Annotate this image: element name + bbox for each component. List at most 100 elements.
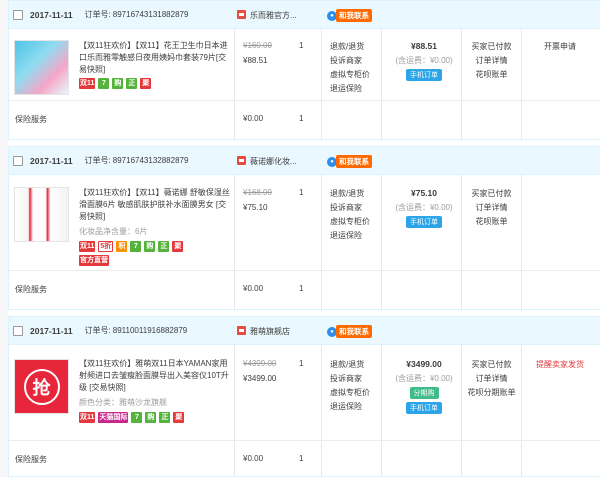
status-column: 买家已付款 订单详情 花呗账单 [464, 187, 519, 229]
shop-icon [237, 10, 246, 19]
order-card: 2017-11-11 订单号: 89716743132882879 薇诺娜化妆.… [8, 146, 600, 310]
order-details-link[interactable]: 订单详情 [464, 201, 519, 215]
order-number-label: 订单号: [84, 156, 111, 165]
contact-seller-button[interactable]: ● 和我联系 [327, 9, 372, 22]
double11-tag: 双11 [79, 78, 96, 89]
status-text: 买家已付款 [471, 42, 512, 51]
insurance-label: 保险服务 [15, 455, 47, 464]
remind-seller-ship-link[interactable]: 提醒卖家发货 [524, 359, 596, 370]
quantity: 1 [299, 41, 304, 50]
insurance-row: 保险服务 ¥0.00 1 [9, 100, 600, 140]
complain-link[interactable]: 投诉商家 [330, 372, 370, 386]
order-header: 2017-11-11 订单号: 89716743132882879 薇诺娜化妆.… [9, 147, 600, 175]
status-column: 买家已付款 订单详情 花呗账单 [464, 40, 519, 82]
order-details-link[interactable]: 订单详情 [464, 372, 519, 386]
shipping-fee: (含运费：¥0.00) [395, 374, 453, 383]
total-amount: ¥75.10 [411, 188, 437, 198]
order-checkbox[interactable] [13, 9, 23, 20]
complain-link[interactable]: 投诉商家 [330, 201, 370, 215]
contact-seller-label: 和我联系 [336, 9, 372, 22]
order-details-link[interactable]: 订单详情 [464, 54, 519, 68]
order-checkbox[interactable] [13, 155, 23, 166]
product-title-link[interactable]: 【双11狂欢价】【双11】薇诺娜 舒敏保湿丝滑面膜6片 敏感肌肤护肤补水面膜男女… [79, 187, 231, 223]
order-number: 89110011916882879 [112, 326, 188, 335]
complain-link[interactable]: 投诉商家 [330, 54, 370, 68]
shop-name-link[interactable]: 雅萌旗舰店 [250, 326, 290, 337]
insurance-row: 保险服务 ¥0.00 1 [9, 270, 600, 310]
product-spec: 化妆品净含量：6片 [79, 227, 148, 236]
contact-seller-button[interactable]: ● 和我联系 [327, 325, 372, 338]
service-links: 退款/退货 投诉商家 虚拟专柜价 退运保险 [330, 187, 370, 243]
product-spec: 颜色分类：雅萌沙龙旗舰 [79, 398, 167, 407]
huabei-bill-link[interactable]: 花呗账单 [464, 215, 519, 229]
promo-tags: 双11 5折 积 7 购 正 聚 [79, 241, 184, 252]
order-number-label: 订单号: [84, 326, 111, 335]
insurance-quantity: 1 [299, 454, 304, 463]
installment-badge: 分期购 [409, 387, 439, 399]
product-thumbnail[interactable]: 抢 [14, 359, 69, 414]
insurance-row: 保险服务 ¥0.00 1 [9, 440, 600, 477]
status-text: 买家已付款 [471, 189, 512, 198]
service-links: 退款/退货 投诉商家 虚拟专柜价 退运保险 [330, 358, 370, 414]
shop-icon [237, 326, 246, 335]
insurance-quantity: 1 [299, 284, 304, 293]
refund-link[interactable]: 退款/退货 [330, 40, 370, 54]
virtual-counter-link[interactable]: 虚拟专柜价 [330, 215, 370, 229]
quantity: 1 [299, 359, 304, 368]
shop-name-link[interactable]: 薇诺娜化妆... [250, 156, 297, 167]
refund-link[interactable]: 退款/退货 [330, 187, 370, 201]
refund-link[interactable]: 退款/退货 [330, 358, 370, 372]
return-insurance-link[interactable]: 退运保险 [330, 82, 370, 96]
product-title-link[interactable]: 【双11狂欢价】雅萌双11日本YAMAN家用射频进口去皱瘦脸面膜导出入美容仪10… [79, 358, 231, 394]
contact-seller-button[interactable]: ● 和我联系 [327, 155, 372, 168]
product-title-link[interactable]: 【双11狂欢价】【双11】花王卫生巾日本进口乐而雅零触感日夜用姨妈巾套装79片[… [79, 40, 231, 76]
order-body: 抢 【双11狂欢价】雅萌双11日本YAMAN家用射频进口去皱瘦脸面膜导出入美容仪… [9, 345, 600, 477]
insurance-amount: ¥0.00 [243, 454, 264, 463]
shipping-fee: (含运费：¥0.00) [395, 203, 453, 212]
original-price: ¥168.00 [243, 188, 272, 197]
insurance-amount: ¥0.00 [243, 114, 264, 123]
juhuasuan-tag: 聚 [173, 412, 185, 423]
virtual-counter-link[interactable]: 虚拟专柜价 [330, 68, 370, 82]
virtual-counter-link[interactable]: 虚拟专柜价 [330, 386, 370, 400]
return-insurance-link[interactable]: 退运保险 [330, 229, 370, 243]
product-thumbnail[interactable] [14, 187, 69, 242]
huabei-bill-link[interactable]: 花呗账单 [464, 68, 519, 82]
mobile-order-badge: 手机订单 [406, 216, 442, 228]
original-price: ¥160.00 [243, 41, 272, 50]
huabei-installment-bill-link[interactable]: 花呗分期账单 [464, 386, 519, 400]
total-column: ¥3499.00 (含运费：¥0.00) 分期购 手机订单 [389, 359, 459, 414]
seven-day-return-tag: 7 [131, 412, 143, 423]
shipping-fee: (含运费：¥0.00) [395, 56, 453, 65]
order-checkbox[interactable] [13, 325, 23, 336]
product-thumbnail[interactable] [14, 40, 69, 95]
order-number: 89716743131882879 [112, 10, 189, 19]
invoice-request-link[interactable]: 开票申请 [524, 41, 596, 52]
shop-name-link[interactable]: 乐而雅官方... [250, 10, 297, 21]
sale-price: ¥88.51 [243, 56, 268, 65]
order-number: 89716743132882879 [112, 156, 189, 165]
official-direct-tag: 官方直营 [79, 255, 109, 266]
mobile-order-badge: 手机订单 [406, 69, 442, 81]
return-insurance-link[interactable]: 退运保险 [330, 400, 370, 414]
order-header: 2017-11-11 订单号: 89716743131882879 乐而雅官方.… [9, 1, 600, 29]
double11-tag: 双11 [79, 412, 96, 423]
official-tags: 官方直营 [79, 255, 109, 266]
insurance-amount: ¥0.00 [243, 284, 264, 293]
order-number-label: 订单号: [84, 10, 111, 19]
order-date: 2017-11-11 [30, 9, 73, 20]
promo-tags: 双11 天猫国际 7 购 正 聚 [79, 412, 185, 423]
tmall-global-tag: 天猫国际 [98, 412, 129, 423]
order-header: 2017-11-11 订单号: 89110011916882879 雅萌旗舰店 … [9, 317, 600, 345]
left-edge [0, 0, 8, 477]
order-card: 2017-11-11 订单号: 89110011916882879 雅萌旗舰店 … [8, 316, 600, 477]
order-date: 2017-11-11 [30, 325, 73, 336]
juhuasuan-tag: 聚 [140, 78, 152, 89]
juhuasuan-tag: 聚 [172, 241, 184, 252]
order-date: 2017-11-11 [30, 155, 73, 166]
total-column: ¥75.10 (含运费：¥0.00) 手机订单 [389, 188, 459, 228]
genuine-tag: 正 [158, 241, 170, 252]
purchase-tag: 购 [144, 241, 156, 252]
shop-icon [237, 156, 246, 165]
sale-price: ¥3499.00 [243, 374, 277, 383]
